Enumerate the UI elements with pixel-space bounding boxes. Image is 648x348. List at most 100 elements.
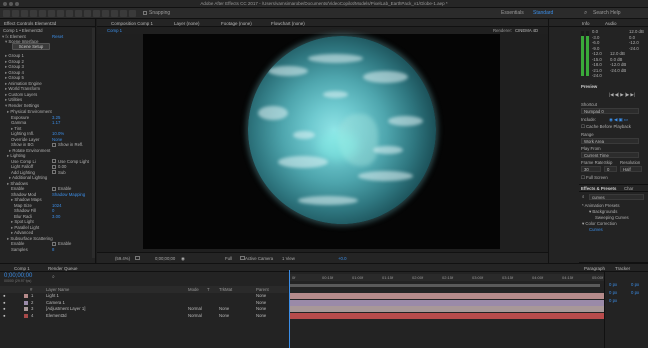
disclosure-triangle-icon[interactable]	[0, 159, 11, 164]
layer-trkmat-dropdown[interactable]: None	[219, 306, 229, 312]
full-screen-checkbox[interactable]: ☐ Full Screen	[581, 175, 608, 181]
eraser-tool-icon[interactable]	[111, 10, 118, 17]
brush-tool-icon[interactable]	[93, 10, 100, 17]
minimize-window-icon[interactable]	[9, 2, 13, 6]
layer-duration-bar[interactable]	[290, 312, 604, 319]
layer-color-label[interactable]	[24, 300, 28, 305]
close-window-icon[interactable]	[3, 2, 7, 6]
disclosure-triangle-icon[interactable]: ▸	[0, 225, 14, 230]
home-icon[interactable]	[3, 10, 10, 17]
frame-rate-dropdown[interactable]: 30	[581, 166, 601, 172]
tab-effect-controls[interactable]: Effect Controls Element3d	[4, 21, 56, 26]
tab-character[interactable]: Char	[624, 186, 633, 191]
disclosure-triangle-icon[interactable]	[0, 247, 11, 252]
views-dropdown[interactable]: 1 View	[282, 256, 295, 261]
layer-name[interactable]: Light 1	[46, 293, 59, 299]
snapping-checkbox[interactable]	[143, 11, 147, 15]
table-row[interactable]: ● 2 Camera 1 None	[0, 300, 288, 306]
layer-name[interactable]: [Adjustment Layer 1]	[46, 306, 85, 312]
zoom-tool-icon[interactable]	[30, 10, 37, 17]
skip-dropdown[interactable]: 0	[604, 166, 617, 172]
table-row[interactable]: ● 4 Element3d Normal None None	[0, 313, 288, 319]
layer-duration-bar[interactable]	[290, 293, 604, 299]
time-ruler[interactable]: 0f 00:15f 01:00f 01:15f 02:00f 02:15f 03:00f 03…	[290, 274, 604, 281]
disclosure-triangle-icon[interactable]	[0, 131, 11, 136]
checkbox[interactable]	[52, 159, 56, 164]
tab-audio[interactable]: Audio	[605, 21, 617, 26]
checkbox[interactable]	[52, 170, 56, 175]
disclosure-triangle-icon[interactable]	[0, 241, 11, 246]
effects-tree-item[interactable]: Sweeping Curves	[595, 215, 629, 220]
text-tool-icon[interactable]	[84, 10, 91, 17]
layer-color-label[interactable]	[24, 294, 28, 298]
cache-before-playback-checkbox[interactable]: ☐ Cache Before Playback	[581, 124, 631, 130]
layer-duration-bar[interactable]	[290, 299, 604, 306]
exposure-value[interactable]: +0.0	[338, 256, 346, 261]
magnification-dropdown[interactable]: (59.4%)	[115, 256, 130, 261]
checkbox[interactable]	[52, 142, 56, 147]
visibility-eye-icon[interactable]: ●	[3, 306, 6, 312]
layer-color-label[interactable]	[24, 307, 28, 311]
disclosure-triangle-icon[interactable]: ▸	[0, 219, 14, 224]
camera-tool-icon[interactable]	[48, 10, 55, 17]
timeline-search-icon[interactable]: ⌕	[52, 274, 55, 280]
tab-paragraph[interactable]: Paragraph	[584, 266, 605, 271]
work-area-bar[interactable]	[290, 284, 600, 287]
checkbox[interactable]	[52, 241, 56, 246]
disclosure-triangle-icon[interactable]	[0, 208, 14, 213]
paragraph-indent-value[interactable]: 0 px	[631, 290, 639, 295]
comp-mini-tab[interactable]: Comp 1	[107, 28, 122, 33]
shortcut-dropdown[interactable]: Numpad 0	[581, 108, 639, 114]
disclosure-triangle-icon[interactable]	[0, 137, 11, 142]
effect-group-render-settings[interactable]: ▾ Render Settings	[0, 103, 95, 109]
tab-composition[interactable]: Composition Comp 1	[111, 21, 153, 26]
disclosure-triangle-icon[interactable]	[0, 192, 11, 197]
disclosure-triangle-icon[interactable]	[0, 142, 11, 147]
render-setting-row[interactable]: Samples 8	[0, 247, 95, 253]
layer-name[interactable]: Element3d	[46, 313, 67, 319]
render-setting-value[interactable]: 8	[52, 247, 54, 253]
grid-icon[interactable]	[135, 256, 140, 260]
layer-name[interactable]: Camera 1	[46, 300, 65, 306]
mask-tool-icon[interactable]	[66, 10, 73, 17]
disclosure-triangle-icon[interactable]: ▸	[0, 197, 14, 202]
play-from-dropdown[interactable]: Current Time	[581, 152, 639, 158]
disclosure-triangle-icon[interactable]: ▸	[0, 81, 8, 86]
disclosure-triangle-icon[interactable]	[0, 203, 14, 208]
renderer-value[interactable]: CINEMA 4D	[515, 28, 538, 33]
visibility-eye-icon[interactable]: ●	[3, 313, 6, 319]
layer-mode-dropdown[interactable]: Normal	[188, 306, 202, 312]
clone-tool-icon[interactable]	[102, 10, 109, 17]
table-row[interactable]: ● 1 Light 1 None	[0, 293, 288, 299]
disclosure-triangle-icon[interactable]	[0, 214, 14, 219]
tab-timeline-comp[interactable]: Comp 1	[14, 266, 30, 271]
disclosure-triangle-icon[interactable]: ▸	[0, 148, 12, 153]
preview-first-icon[interactable]: |◀ ◀| ▶ |▶ ▶|	[609, 92, 635, 98]
paragraph-indent-value[interactable]: 0 px	[609, 298, 617, 303]
table-row[interactable]: ● 3 [Adjustment Layer 1] Normal None None	[0, 306, 288, 312]
disclosure-triangle-icon[interactable]: ▸	[0, 109, 10, 114]
roto-tool-icon[interactable]	[120, 10, 127, 17]
paragraph-indent-value[interactable]: 0 px	[631, 282, 639, 287]
disclosure-triangle-icon[interactable]: ▸	[0, 153, 10, 158]
visibility-eye-icon[interactable]: ●	[3, 293, 6, 299]
disclosure-triangle-icon[interactable]: ▸	[0, 181, 10, 186]
checkbox[interactable]	[52, 186, 56, 191]
tab-info[interactable]: Info	[582, 21, 590, 26]
scene-setup-button[interactable]: Scene Setup	[12, 43, 50, 50]
left-panel-scrollbar[interactable]	[92, 28, 95, 258]
paragraph-indent-value[interactable]: 0 px	[609, 282, 617, 287]
workspace-standard[interactable]: Standard	[533, 10, 553, 16]
current-time-indicator[interactable]	[289, 270, 290, 348]
search-icon[interactable]: ⌕	[584, 10, 587, 17]
puppet-tool-icon[interactable]	[129, 10, 136, 17]
disclosure-triangle-icon[interactable]	[0, 164, 11, 169]
resolution-dropdown[interactable]: Full	[225, 256, 232, 261]
hand-tool-icon[interactable]	[21, 10, 28, 17]
pan-behind-tool-icon[interactable]	[57, 10, 64, 17]
paragraph-indent-value[interactable]: 0 px	[609, 290, 617, 295]
disclosure-triangle-icon[interactable]	[0, 186, 11, 191]
viewer-timecode[interactable]: 0;00;00;00	[155, 256, 175, 261]
layer-mode-dropdown[interactable]: Normal	[188, 313, 202, 319]
selection-tool-icon[interactable]	[12, 10, 19, 17]
